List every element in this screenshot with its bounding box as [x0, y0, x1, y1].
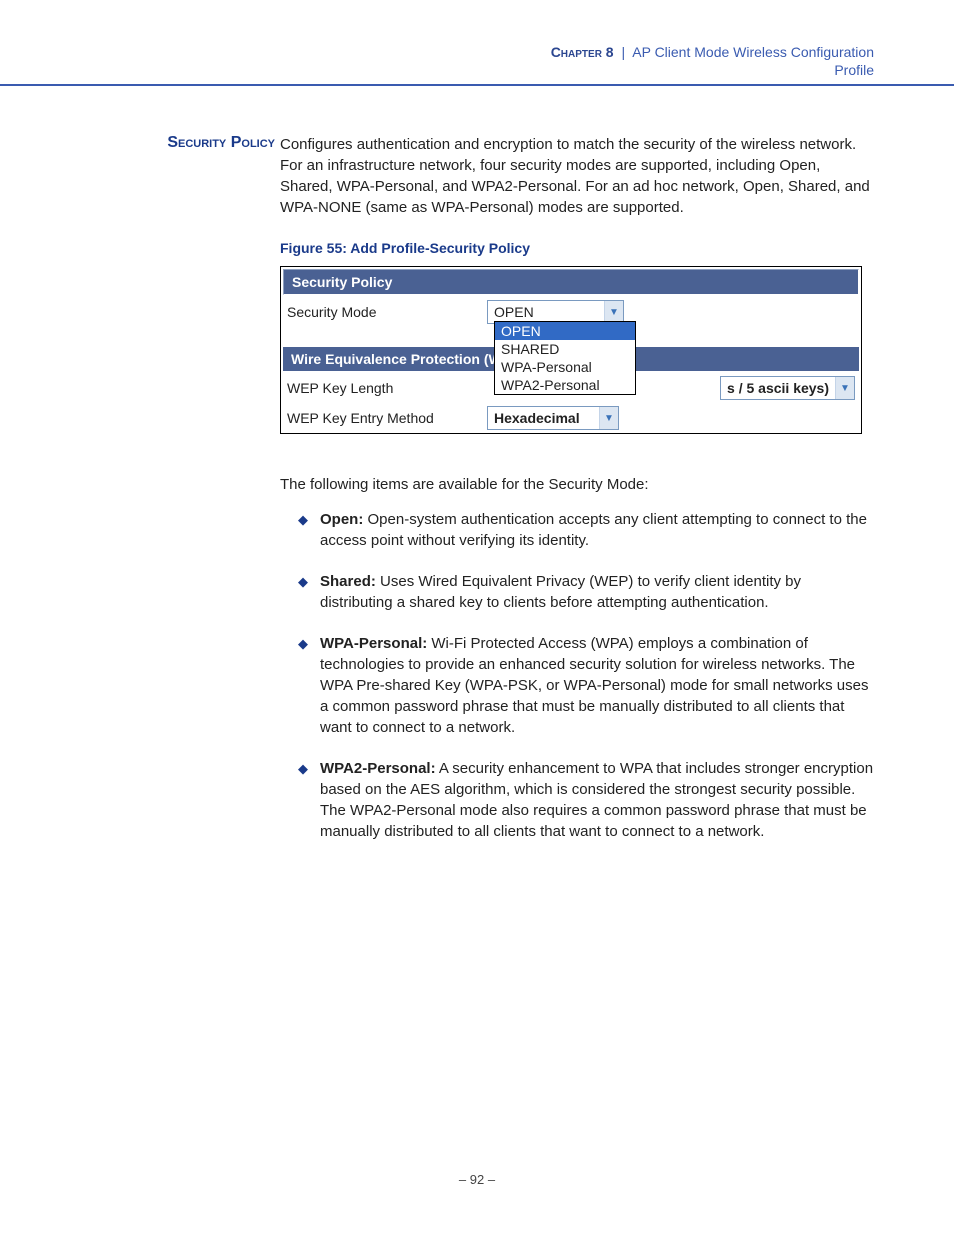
term-wpa: WPA-Personal: [320, 635, 427, 652]
list-item: Shared: Uses Wired Equivalent Privacy (W… [298, 571, 874, 613]
list-item: Open: Open-system authentication accepts… [298, 509, 874, 551]
figure-title-bar: Security Policy [283, 269, 859, 295]
figure-caption: Figure 55: Add Profile-Security Policy [280, 240, 874, 256]
term-open: Open: [320, 511, 363, 528]
wep-key-length-dropdown[interactable]: s / 5 ascii keys) ▼ [720, 376, 855, 400]
wep-entry-method-dropdown[interactable]: Hexadecimal ▼ [487, 406, 619, 430]
wep-entry-method-label: WEP Key Entry Method [287, 410, 487, 426]
page-header: Chapter 8 | AP Client Mode Wireless Conf… [0, 0, 954, 86]
chapter-title: AP Client Mode Wireless Configuration [632, 44, 874, 60]
term-shared: Shared: [320, 573, 376, 590]
dropdown-option-open[interactable]: OPEN [495, 322, 635, 340]
dropdown-option-shared[interactable]: SHARED [495, 340, 635, 358]
security-mode-label: Security Mode [287, 304, 487, 320]
row-wep-entry-method: WEP Key Entry Method Hexadecimal ▼ [281, 403, 861, 433]
section-heading: Security Policy [120, 134, 275, 152]
header-divider: | [621, 44, 625, 60]
row-security-mode: Security Mode OPEN ▼ OPEN SHARED WPA-Per… [281, 297, 861, 327]
header-subtitle: Profile [0, 62, 874, 78]
security-mode-list: Open: Open-system authentication accepts… [280, 509, 874, 842]
dropdown-value: Hexadecimal [488, 408, 599, 428]
dropdown-option-wpa[interactable]: WPA-Personal [495, 358, 635, 376]
header-line-1: Chapter 8 | AP Client Mode Wireless Conf… [0, 44, 874, 60]
list-item: WPA2-Personal: A security enhancement to… [298, 758, 874, 842]
figure-security-policy: Security Policy Security Mode OPEN ▼ OPE… [280, 266, 862, 434]
dropdown-value: OPEN [488, 302, 604, 322]
intro-paragraph: Configures authentication and encryption… [280, 134, 874, 218]
chevron-down-icon: ▼ [835, 377, 854, 399]
term-wpa2: WPA2-Personal: [320, 760, 436, 777]
list-item: WPA-Personal: Wi-Fi Protected Access (WP… [298, 633, 874, 738]
wep-key-length-label: WEP Key Length [287, 380, 487, 396]
desc-shared: Uses Wired Equivalent Privacy (WEP) to v… [320, 573, 801, 611]
dropdown-option-wpa2[interactable]: WPA2-Personal [495, 376, 635, 394]
chapter-label: Chapter 8 [551, 44, 614, 60]
after-figure-intro: The following items are available for th… [280, 474, 874, 495]
dropdown-partial-value: s / 5 ascii keys) [721, 378, 835, 398]
desc-open: Open-system authentication accepts any c… [320, 511, 867, 549]
chevron-down-icon: ▼ [604, 301, 623, 323]
security-mode-dropdown-list: OPEN SHARED WPA-Personal WPA2-Personal [494, 321, 636, 395]
page-number: – 92 – [0, 1172, 954, 1187]
chevron-down-icon: ▼ [599, 407, 618, 429]
